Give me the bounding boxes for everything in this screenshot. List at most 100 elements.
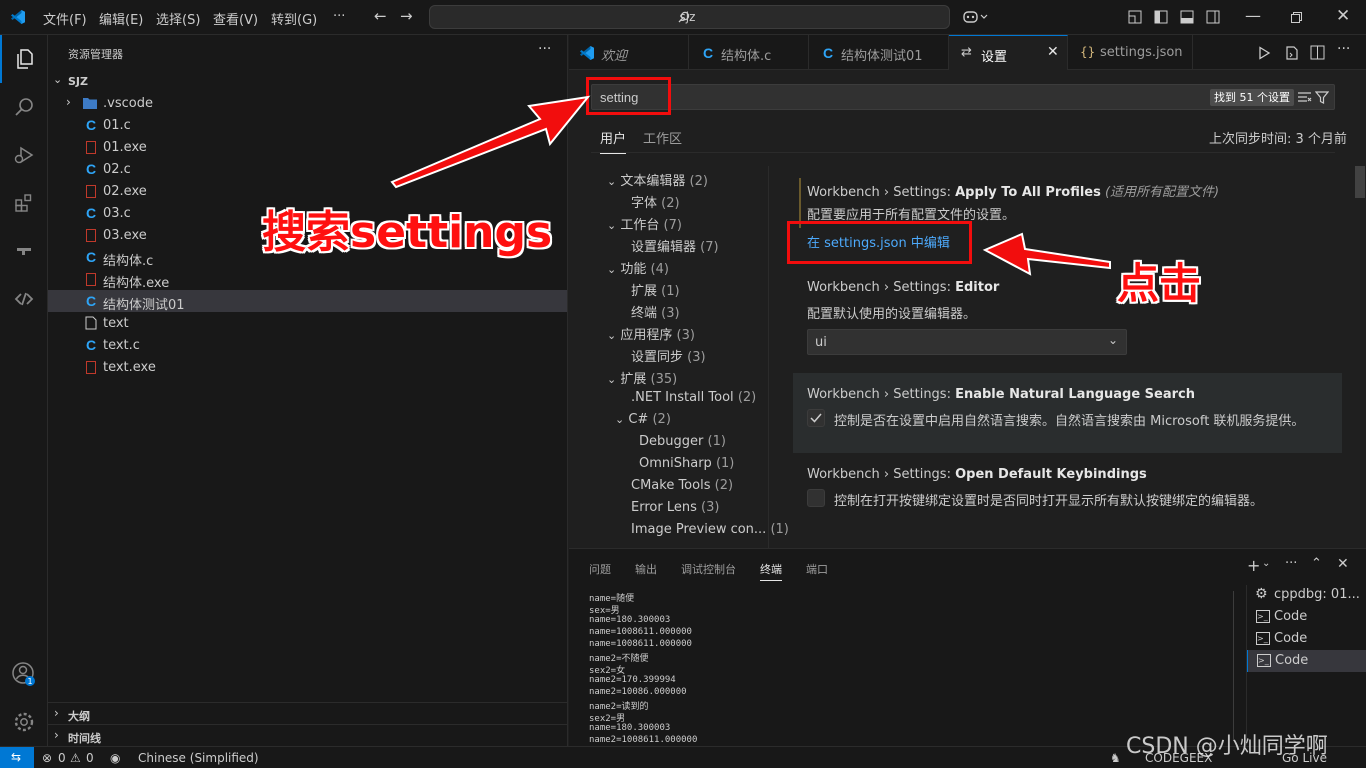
tree-file[interactable]: text <box>48 312 567 334</box>
tree-file[interactable]: 结构体.exe <box>48 268 567 291</box>
toc-item[interactable]: 设置同步 (3) <box>631 346 706 365</box>
toc-item[interactable]: CMake Tools (2) <box>631 478 733 493</box>
toc-item[interactable]: 设置编辑器 (7) <box>631 236 719 255</box>
scrollbar-thumb[interactable] <box>1355 166 1365 198</box>
copilot-status-icon[interactable]: ♞ <box>1110 751 1121 765</box>
tree-file-selected[interactable]: C 结构体测试01 <box>48 290 567 313</box>
tab-terminal[interactable]: 终端 <box>760 561 782 581</box>
tab-workspace[interactable]: 工作区 <box>643 128 682 147</box>
more-actions-icon[interactable]: ··· <box>1285 556 1297 571</box>
tab-ports[interactable]: 端口 <box>806 561 828 577</box>
close-window-icon[interactable]: ✕ <box>1336 6 1350 26</box>
forward-arrow-icon[interactable]: → <box>400 7 413 25</box>
editor-type-select[interactable]: ui ⌄ <box>807 329 1127 355</box>
error-icon[interactable]: ⊗ <box>42 751 52 765</box>
menu-file[interactable]: 文件(F) <box>43 9 87 28</box>
toc-item[interactable]: Debugger (1) <box>639 434 726 449</box>
terminal-scrollbar[interactable] <box>1233 591 1234 741</box>
outline-section[interactable]: › 大纲 <box>48 702 567 724</box>
menu-selection[interactable]: 选择(S) <box>156 9 200 28</box>
remote-indicator[interactable]: ⇆ <box>0 747 34 768</box>
tab-settings[interactable]: ⇄ 设置 ✕ <box>949 35 1068 70</box>
menu-edit[interactable]: 编辑(E) <box>99 9 143 28</box>
more-actions-icon[interactable]: ··· <box>1337 41 1350 57</box>
tab-problems[interactable]: 问题 <box>589 561 611 577</box>
terminal-list-item[interactable]: ⚙ cppdbg: 01... <box>1247 584 1366 606</box>
toggle-panel-icon[interactable] <box>1180 10 1194 24</box>
explorer-more-button[interactable]: ··· <box>538 41 551 57</box>
accounts-activity[interactable]: 1 <box>0 650 48 698</box>
search-activity[interactable] <box>0 83 48 131</box>
tree-file[interactable]: 01.exe <box>48 136 567 158</box>
tree-folder-vscode[interactable]: › .vscode <box>48 92 567 114</box>
toc-item[interactable]: ⌄ 应用程序 (3) <box>607 324 695 343</box>
copilot-icon[interactable] <box>962 9 988 25</box>
timeline-section[interactable]: › 时间线 <box>48 724 567 746</box>
menu-view[interactable]: 查看(V) <box>213 9 258 28</box>
close-panel-icon[interactable]: ✕ <box>1337 556 1349 572</box>
run-icon[interactable] <box>1257 46 1271 60</box>
menu-go[interactable]: 转到(G) <box>271 9 317 28</box>
cmake-activity[interactable] <box>0 227 48 275</box>
chevron-down-icon[interactable]: ⌄ <box>1262 558 1270 569</box>
tree-file[interactable]: C 01.c <box>48 114 567 136</box>
natural-language-search-checkbox[interactable] <box>807 409 825 427</box>
open-default-keybindings-checkbox[interactable] <box>807 489 825 507</box>
eye-icon[interactable]: ◉ <box>110 751 120 765</box>
toc-item[interactable]: ⌄ 扩展 (35) <box>607 368 677 387</box>
extensions-activity[interactable] <box>0 179 48 227</box>
error-count[interactable]: 0 <box>58 751 66 765</box>
maximize-panel-icon[interactable]: ⌃ <box>1311 556 1322 571</box>
open-settings-json-icon[interactable] <box>1284 45 1300 61</box>
menu-more[interactable]: ··· <box>333 9 345 24</box>
toggle-secondary-sidebar-icon[interactable] <box>1206 10 1220 24</box>
last-sync-text: 上次同步时间: 3 个月前 <box>1209 132 1347 147</box>
warning-icon[interactable]: ⚠ <box>70 751 81 765</box>
tree-file[interactable]: C 02.c <box>48 158 567 180</box>
run-debug-activity[interactable] <box>0 131 48 179</box>
language-pack-status[interactable]: Chinese (Simplified) <box>138 751 259 765</box>
command-center[interactable]: sjz <box>429 5 950 29</box>
tree-file[interactable]: C text.c <box>48 334 567 356</box>
toc-item[interactable]: OmniSharp (1) <box>639 456 734 471</box>
restore-icon[interactable] <box>1291 12 1302 23</box>
tab-struct-test[interactable]: C 结构体测试01 <box>809 35 949 70</box>
split-editor-icon[interactable] <box>1310 45 1325 60</box>
toc-item[interactable]: Error Lens (3) <box>631 500 719 515</box>
clear-filter-icon[interactable] <box>1298 91 1312 103</box>
toc-item[interactable]: 终端 (3) <box>631 302 680 321</box>
tab-struct-c[interactable]: C 结构体.c <box>689 35 809 70</box>
workspace-root[interactable]: ⌄ SJZ <box>48 70 567 92</box>
warning-count[interactable]: 0 <box>86 751 94 765</box>
terminal-list-item[interactable]: >_ Code <box>1247 628 1366 650</box>
tab-output[interactable]: 输出 <box>635 561 657 577</box>
settings-search-input[interactable] <box>600 88 1100 106</box>
toc-item[interactable]: ⌄ 文本编辑器 (2) <box>607 170 708 189</box>
toc-item[interactable]: Image Preview con... (1) <box>631 522 789 537</box>
tree-file[interactable]: text.exe <box>48 356 567 378</box>
tree-item-label: 结构体测试01 <box>103 298 185 313</box>
new-terminal-icon[interactable]: + <box>1247 556 1260 575</box>
toc-item[interactable]: .NET Install Tool (2) <box>631 390 756 405</box>
minimize-icon[interactable]: — <box>1245 6 1261 25</box>
customize-layout-icon[interactable] <box>1128 10 1142 24</box>
toc-item[interactable]: ⌄ 工作台 (7) <box>607 214 682 233</box>
toggle-sidebar-icon[interactable] <box>1154 10 1168 24</box>
toc-item[interactable]: ⌄ 功能 (4) <box>607 258 669 277</box>
tab-welcome[interactable]: 欢迎 <box>569 35 689 70</box>
terminal-list-item-active[interactable]: >_ Code <box>1247 650 1366 672</box>
manage-activity[interactable] <box>0 698 48 746</box>
tab-user[interactable]: 用户 <box>600 128 627 154</box>
filter-icon[interactable] <box>1315 91 1329 104</box>
terminal-list-item[interactable]: >_ Code <box>1247 606 1366 628</box>
explorer-activity[interactable] <box>0 35 48 83</box>
tab-settings-json[interactable]: {} settings.json <box>1068 35 1193 70</box>
back-arrow-icon[interactable]: ← <box>374 7 387 25</box>
remote-activity[interactable] <box>0 275 48 323</box>
toc-item[interactable]: 字体 (2) <box>631 192 680 211</box>
toc-item[interactable]: ⌄ C# (2) <box>615 412 671 427</box>
close-tab-icon[interactable]: ✕ <box>1047 44 1059 60</box>
tab-debug-console[interactable]: 调试控制台 <box>681 561 736 577</box>
settings-search-box[interactable]: 找到 51 个设置 <box>591 84 1335 110</box>
toc-item[interactable]: 扩展 (1) <box>631 280 680 299</box>
